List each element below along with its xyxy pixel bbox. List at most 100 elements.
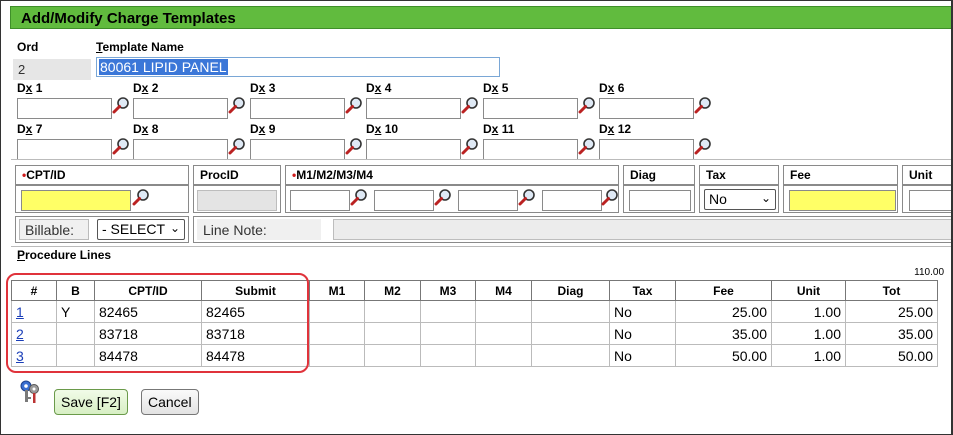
column-header: M4 [475,280,532,301]
dx-input-11[interactable] [483,139,578,160]
cell-m2 [364,322,421,345]
dx-input-5[interactable] [483,98,578,119]
cell-unit: 1.00 [771,322,846,345]
tax-select[interactable]: No ⌄ [704,189,776,210]
save-button[interactable]: Save [F2] [54,389,128,415]
dx-input-1[interactable] [17,98,112,119]
unit-header: Unit [902,165,951,185]
procedure-lines-label-text: rocedure Lines [25,248,112,262]
total-display: 110.00 [914,267,944,278]
divider [11,246,951,247]
template-name-label-text: emplate Name [102,40,184,54]
dx-input-6[interactable] [599,98,694,119]
dx-input-9[interactable] [250,139,345,160]
dx-3-lookup-icon[interactable] [345,96,363,117]
cpt-lookup-icon[interactable] [132,188,150,209]
dx-label-11: Dx 11 [483,122,515,136]
m1-input[interactable] [290,190,350,211]
modifiers-header-text: M1/M2/M3/M4 [296,168,373,182]
dx-label-10: Dx 10 [366,122,399,136]
ord-field: 2 [13,59,91,80]
m2-input[interactable] [374,190,434,211]
cell-tot: 25.00 [845,300,938,323]
dx-label-8: Dx 8 [133,122,159,136]
dx-input-10[interactable] [366,139,461,160]
cell-m3 [420,300,476,323]
cell-tax: No [609,322,676,345]
dx-label-1: Dx 1 [17,81,43,95]
dx-input-2[interactable] [133,98,228,119]
template-name-input[interactable]: 80061 LIPID PANEL [96,57,500,77]
dx-1-lookup-icon[interactable] [112,96,130,117]
dx-label-12: Dx 12 [599,122,632,136]
dx-5-lookup-icon[interactable] [578,96,596,117]
m3-input[interactable] [458,190,518,211]
cell-unit: 1.00 [771,300,846,323]
procid-header: ProcID [193,165,281,185]
cell-m1 [309,344,365,367]
dx-2-lookup-icon[interactable] [228,96,246,117]
cell-tot: 50.00 [845,344,938,367]
cell-fee: 25.00 [675,300,772,323]
procid-input [197,190,277,211]
title-bar: Add/Modify Charge Templates [10,6,951,29]
dx-10-lookup-icon[interactable] [461,137,479,158]
cancel-button[interactable]: Cancel [141,389,199,415]
cell-m3 [420,344,476,367]
column-header: Diag [531,280,610,301]
tax-header: Tax [699,165,779,185]
cell-tax: No [609,300,676,323]
dx-label-6: Dx 6 [599,81,625,95]
unit-input[interactable] [909,190,951,211]
dx-label-3: Dx 3 [250,81,276,95]
cpt-id-input[interactable] [21,190,131,211]
cell-diag [531,322,610,345]
m3-lookup-icon[interactable] [518,188,536,209]
keys-icon[interactable] [18,379,42,405]
m4-lookup-icon[interactable] [601,188,619,209]
cell-fee: 35.00 [675,322,772,345]
dx-label-2: Dx 2 [133,81,159,95]
dx-label-5: Dx 5 [483,81,509,95]
dx-8-lookup-icon[interactable] [228,137,246,158]
billable-select[interactable]: - SELECT ⌄ [97,219,185,240]
dx-9-lookup-icon[interactable] [345,137,363,158]
cell-tot: 35.00 [845,322,938,345]
dx-6-lookup-icon[interactable] [694,96,712,117]
column-header: M3 [420,280,476,301]
dx-11-lookup-icon[interactable] [578,137,596,158]
chevron-down-icon: ⌄ [167,221,180,235]
column-header: Fee [675,280,772,301]
tax-select-value: No [709,191,727,207]
dx-label-7: Dx 7 [17,122,43,136]
cpt-id-header-text: CPT/ID [26,168,66,182]
m1-lookup-icon[interactable] [350,188,368,209]
m2-lookup-icon[interactable] [434,188,452,209]
line-note-label: Line Note: [197,219,321,240]
dx-input-3[interactable] [250,98,345,119]
template-name-label: Template Name [96,40,184,54]
dx-4-lookup-icon[interactable] [461,96,479,117]
cell-fee: 50.00 [675,344,772,367]
chevron-down-icon: ⌄ [760,191,771,205]
m4-input[interactable] [542,190,602,211]
line-note-input[interactable] [333,219,951,240]
dx-7-lookup-icon[interactable] [112,137,130,158]
dx-input-4[interactable] [366,98,461,119]
dx-12-lookup-icon[interactable] [694,137,712,158]
dx-label-4: Dx 4 [366,81,392,95]
modifiers-header: •M1/M2/M3/M4 [285,165,619,185]
column-header: M1 [309,280,365,301]
cell-m2 [364,344,421,367]
fee-input[interactable] [789,190,896,211]
cell-m4 [475,300,532,323]
dx-input-12[interactable] [599,139,694,160]
billable-label: Billable: [19,219,89,240]
cell-m2 [364,300,421,323]
dx-input-8[interactable] [133,139,228,160]
cell-m4 [475,322,532,345]
cell-tax: No [609,344,676,367]
cell-diag [531,344,610,367]
dx-input-7[interactable] [17,139,112,160]
diag-input[interactable] [629,190,691,211]
